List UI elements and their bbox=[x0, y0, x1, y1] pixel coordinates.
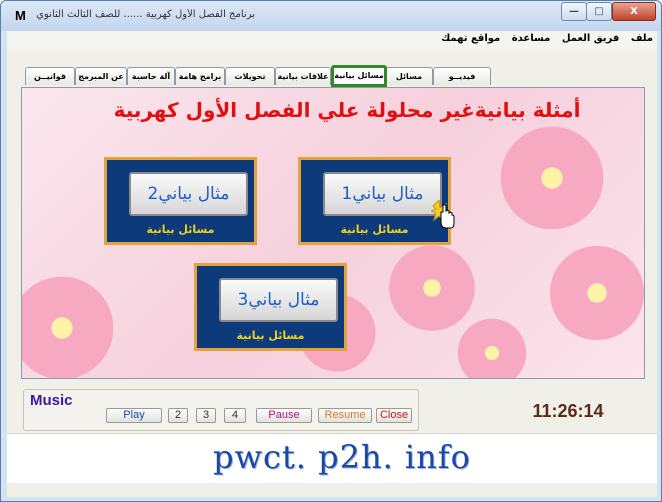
title-bar[interactable]: M برنامج الفصل الأول كهربية ...... للصف … bbox=[1, 1, 661, 31]
tab-problems[interactable]: مسائل bbox=[385, 67, 433, 85]
track-3-button[interactable]: 3 bbox=[196, 408, 216, 423]
example-card-2: مثال بياني2 مسائل بيانية bbox=[104, 157, 257, 245]
music-player: Music Play 2 3 4 Pause Resume Close bbox=[23, 389, 419, 431]
hand-cursor-icon bbox=[431, 200, 455, 229]
example-1-caption: مسائل بيانية bbox=[340, 223, 409, 236]
tab-conversions[interactable]: تحويلات bbox=[225, 67, 275, 85]
tab-video[interactable]: فيديــو bbox=[433, 67, 491, 85]
tab-graph-problems[interactable]: مسائل بيانية bbox=[331, 65, 387, 87]
menu-team[interactable]: فريق العمل bbox=[558, 31, 623, 49]
play-button[interactable]: Play bbox=[106, 408, 162, 423]
menu-help[interactable]: مساعدة bbox=[508, 31, 555, 49]
track-2-button[interactable]: 2 bbox=[168, 408, 188, 423]
minimize-button[interactable]: — bbox=[561, 2, 587, 21]
menu-file[interactable]: ملف bbox=[627, 31, 657, 49]
close-player-button[interactable]: Close bbox=[376, 408, 412, 423]
example-2-caption: مسائل بيانية bbox=[146, 223, 215, 236]
example-3-button[interactable]: مثال بياني3 bbox=[219, 278, 338, 322]
page-heading: أمثلة بيانيةغير محلولة علي الفصل الأول ك… bbox=[113, 98, 581, 122]
maximize-button[interactable]: □ bbox=[586, 2, 612, 21]
footer-banner: pwct. p2h. info bbox=[7, 433, 657, 483]
example-card-1: مثال بياني1 مسائل بيانية bbox=[298, 157, 455, 245]
pause-button[interactable]: Pause bbox=[256, 408, 312, 423]
window-title: برنامج الفصل الأول كهربية ...... للصف ال… bbox=[36, 9, 255, 20]
flower-decoration bbox=[452, 313, 532, 378]
tab-about-programmer[interactable]: عن المبرمج bbox=[75, 67, 127, 85]
website-banner-text[interactable]: pwct. p2h. info bbox=[197, 438, 487, 476]
example-1-button[interactable]: مثال بياني1 bbox=[323, 172, 442, 216]
tab-graph-relations[interactable]: علاقات بيانية bbox=[275, 67, 331, 85]
app-icon: M bbox=[15, 8, 26, 23]
tab-strip: فيديــو مسائل مسائل بيانية علاقات بيانية… bbox=[21, 65, 493, 87]
tab-calculator[interactable]: آلة حاسبة bbox=[127, 67, 175, 85]
track-4-button[interactable]: 4 bbox=[224, 408, 246, 423]
example-3-caption: مسائل بيانية bbox=[236, 329, 305, 342]
example-2-button[interactable]: مثال بياني2 bbox=[129, 172, 248, 216]
clock-display: 11:26:14 bbox=[532, 401, 604, 421]
app-window: M برنامج الفصل الأول كهربية ...... للصف … bbox=[0, 0, 662, 502]
tab-laws[interactable]: قوانيــن bbox=[25, 67, 75, 85]
menu-sites[interactable]: مواقع تهمك bbox=[437, 31, 504, 49]
close-window-button[interactable]: X bbox=[612, 2, 656, 21]
flower-decoration bbox=[542, 238, 644, 348]
flower-decoration bbox=[22, 268, 122, 378]
menu-bar: ملف فريق العمل مساعدة مواقع تهمك bbox=[7, 31, 657, 49]
resume-button[interactable]: Resume bbox=[318, 408, 372, 423]
client-area: فيديــو مسائل مسائل بيانية علاقات بيانية… bbox=[7, 49, 657, 497]
tab-content-pane: أمثلة بيانيةغير محلولة علي الفصل الأول ك… bbox=[21, 87, 645, 379]
music-label: Music bbox=[30, 392, 73, 409]
tab-important-programs[interactable]: برامج هامة bbox=[175, 67, 225, 85]
flower-decoration bbox=[492, 118, 612, 238]
example-card-3: مثال بياني3 مسائل بيانية bbox=[194, 263, 347, 351]
